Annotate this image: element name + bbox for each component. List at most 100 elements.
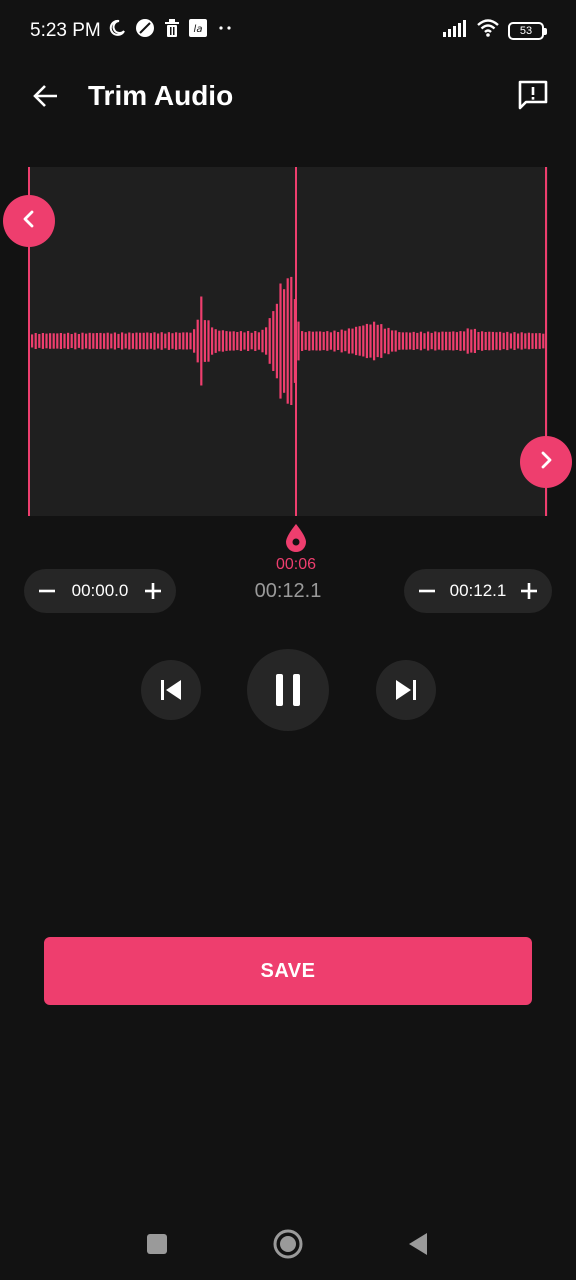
- waveform-bar: [315, 331, 318, 351]
- system-nav-bar: [0, 1206, 576, 1280]
- waveform-bar: [99, 332, 102, 350]
- waveform-bar: [185, 332, 188, 350]
- waveform-bar: [113, 332, 116, 350]
- skip-next-button[interactable]: [376, 660, 436, 720]
- waveform-bar: [189, 332, 192, 350]
- nav-back-button[interactable]: [398, 1224, 438, 1264]
- waveform-bar: [265, 327, 268, 355]
- waveform: [31, 276, 545, 405]
- waveform-bar: [149, 333, 152, 349]
- trim-start-minus-button[interactable]: [36, 580, 58, 602]
- home-button[interactable]: [268, 1224, 308, 1264]
- waveform-bar: [175, 332, 178, 350]
- recents-button[interactable]: [137, 1224, 177, 1264]
- waveform-bar: [509, 333, 512, 349]
- waveform-bar: [229, 331, 232, 351]
- waveform-bar: [409, 332, 412, 350]
- waveform-bar: [459, 331, 462, 351]
- waveform-bar: [376, 324, 379, 358]
- status-icons-right: 53: [442, 18, 547, 43]
- trim-end-minus-button[interactable]: [416, 580, 438, 602]
- trim-end-value: 00:12.1: [449, 581, 507, 600]
- waveform-bar: [171, 333, 174, 349]
- waveform-bar: [121, 332, 124, 350]
- waveform-bar: [513, 332, 516, 350]
- waveform-bar: [257, 332, 260, 350]
- page-title: Trim Audio: [88, 80, 234, 111]
- battery-level: 53: [519, 24, 533, 37]
- waveform-bar: [207, 320, 210, 362]
- triangle-back-icon: [409, 1233, 427, 1255]
- waveform-bar: [419, 331, 422, 351]
- waveform-bar: [358, 326, 361, 356]
- waveform-bar: [430, 332, 433, 350]
- app-bar: Trim Audio: [0, 62, 576, 134]
- pause-button[interactable]: [247, 649, 329, 731]
- waveform-bar: [329, 332, 332, 350]
- waveform-bar: [243, 332, 246, 350]
- waveform-bar: [347, 328, 350, 354]
- waveform-bar: [153, 332, 156, 350]
- trim-start-handle[interactable]: [3, 195, 55, 247]
- message-alert-icon: [517, 79, 549, 116]
- waveform-bar: [211, 327, 214, 355]
- minus-icon: [39, 589, 55, 593]
- waveform-bar: [95, 333, 98, 349]
- waveform-bar: [437, 332, 440, 350]
- waveform-bar: [128, 332, 131, 350]
- waveform-bar: [67, 332, 70, 350]
- skip-previous-button[interactable]: [141, 660, 201, 720]
- waveform-bar: [45, 333, 48, 349]
- trim-end-plus-button[interactable]: [518, 580, 540, 602]
- waveform-bar: [117, 333, 120, 348]
- trim-end-stepper: 00:12.1: [404, 569, 552, 613]
- trim-start-stepper: 00:00.0: [24, 569, 176, 613]
- trim-end-handle[interactable]: [520, 436, 572, 488]
- waveform-bar: [333, 330, 336, 352]
- waveform-bar: [466, 328, 469, 354]
- trim-start-value: 00:00.0: [71, 581, 129, 600]
- waveform-bar: [182, 332, 185, 350]
- waveform-bar: [373, 321, 376, 361]
- circle-icon: [273, 1229, 303, 1259]
- waveform-bar: [160, 332, 163, 350]
- more-dots-icon: [216, 19, 234, 42]
- waveform-bar: [247, 331, 250, 351]
- waveform-bar: [225, 331, 228, 351]
- playhead-time: 00:06: [275, 556, 317, 573]
- status-bar: 5:23 PM la 53: [0, 0, 576, 62]
- waveform-bar: [164, 333, 167, 349]
- waveform-bar: [488, 331, 491, 351]
- playhead-line: [295, 167, 297, 516]
- waveform-bar: [272, 311, 275, 371]
- waveform-bar: [495, 332, 498, 350]
- waveform-bar: [139, 332, 142, 350]
- minus-icon: [419, 589, 435, 593]
- arrow-left-icon: [32, 82, 60, 115]
- feedback-button[interactable]: [510, 74, 556, 120]
- waveform-bar: [445, 331, 448, 351]
- waveform-bar: [63, 333, 66, 349]
- waveform-bar: [340, 329, 343, 353]
- waveform-bar: [427, 331, 430, 351]
- playhead-marker[interactable]: [284, 522, 308, 554]
- circle-slash-icon: [135, 18, 155, 43]
- waveform-bar: [463, 331, 466, 351]
- waveform-bar: [304, 332, 307, 350]
- chevron-right-icon: [536, 450, 556, 475]
- waveform-bar: [535, 333, 538, 349]
- waveform-bar: [74, 332, 77, 350]
- waveform-bar: [110, 333, 113, 349]
- waveform-bar: [416, 332, 419, 350]
- waveform-bar: [538, 333, 541, 349]
- svg-text:la: la: [194, 24, 203, 35]
- waveform-bar: [484, 332, 487, 350]
- plus-icon: [520, 583, 537, 599]
- trim-start-plus-button[interactable]: [142, 580, 164, 602]
- save-button[interactable]: SAVE: [44, 937, 532, 1005]
- waveform-bar: [455, 332, 458, 350]
- back-button[interactable]: [24, 76, 68, 120]
- waveform-bar: [34, 333, 37, 349]
- waveform-bar: [405, 332, 408, 350]
- waveform-bar: [319, 331, 322, 351]
